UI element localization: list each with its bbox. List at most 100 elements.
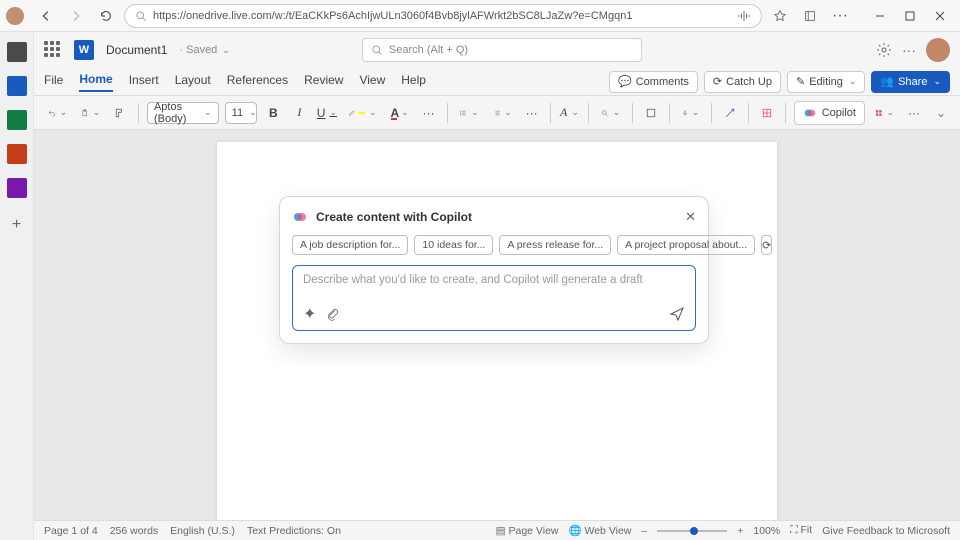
share-button[interactable]: 👥 Share ⌄ — [871, 71, 950, 93]
web-view-button[interactable]: 🌐 Web View — [569, 524, 632, 537]
minimize-button[interactable] — [866, 4, 894, 28]
refresh-suggestions-icon[interactable]: ⟳ — [761, 235, 772, 255]
numbering-button[interactable]: ⌄ — [489, 101, 516, 125]
suggestion-chip[interactable]: A job description for... — [292, 235, 408, 255]
tab-review[interactable]: Review — [304, 73, 343, 91]
word-app-icon: W — [74, 40, 94, 60]
zoom-slider[interactable] — [657, 530, 727, 532]
grid-button[interactable]: ⌄ — [871, 101, 898, 125]
send-icon[interactable] — [669, 306, 685, 322]
close-icon[interactable]: ✕ — [685, 209, 696, 225]
copilot-icon — [803, 106, 817, 120]
browser-toolbar: https://onedrive.live.com/w:/t/EaCKkPs6A… — [0, 0, 960, 32]
editing-mode-button[interactable]: ✎ Editing ⌄ — [787, 71, 865, 93]
menu-tabs: File Home Insert Layout References Revie… — [34, 68, 960, 96]
comments-button[interactable]: 💬 Comments — [609, 71, 698, 93]
font-color-button[interactable]: A⌄ — [387, 101, 413, 125]
app-titlebar: W Document1 · Saved ⌄ Search (Alt + Q) ·… — [34, 32, 960, 68]
styles-button[interactable]: A⌄ — [558, 101, 580, 125]
suggestion-chip[interactable]: 10 ideas for... — [414, 235, 493, 255]
suggestion-chip[interactable]: A press release for... — [499, 235, 611, 255]
copilot-card-title: Create content with Copilot — [316, 210, 472, 224]
sidebar-app-excel[interactable] — [7, 110, 27, 130]
font-family-select[interactable]: Aptos (Body)⌄ — [147, 102, 219, 124]
suggestion-chip[interactable]: A project proposal about... — [617, 235, 755, 255]
app-launcher-icon[interactable] — [44, 41, 62, 59]
zoom-level[interactable]: 100% — [753, 525, 780, 537]
undo-button[interactable]: ⌄ — [44, 101, 71, 125]
sidebar-app-onenote[interactable] — [7, 178, 27, 198]
status-words[interactable]: 256 words — [110, 525, 158, 537]
address-bar[interactable]: https://onedrive.live.com/w:/t/EaCKkPs6A… — [124, 4, 762, 28]
copilot-input-placeholder: Describe what you'd like to create, and … — [303, 274, 685, 286]
forward-button[interactable] — [64, 4, 88, 28]
zoom-in-button[interactable]: + — [737, 525, 743, 537]
browser-menu-icon[interactable]: ··· — [828, 4, 852, 28]
format-painter-button[interactable] — [110, 101, 130, 125]
tab-layout[interactable]: Layout — [175, 73, 211, 91]
zoom-out-button[interactable]: – — [641, 525, 647, 537]
addins-button[interactable] — [757, 101, 777, 125]
tab-home[interactable]: Home — [79, 72, 112, 92]
feedback-link[interactable]: Give Feedback to Microsoft — [822, 525, 950, 537]
editor-button[interactable] — [720, 101, 740, 125]
collapse-ribbon-button[interactable]: ⌄ — [930, 101, 950, 125]
more-paragraph-button[interactable]: ··· — [522, 101, 542, 125]
copilot-ribbon-button[interactable]: Copilot — [794, 101, 865, 125]
browser-profile-avatar[interactable] — [6, 7, 24, 25]
tab-references[interactable]: References — [227, 73, 288, 91]
tab-file[interactable]: File — [44, 73, 63, 91]
close-window-button[interactable] — [926, 4, 954, 28]
refresh-button[interactable] — [94, 4, 118, 28]
page-view-button[interactable]: ▤ Page View — [496, 525, 559, 537]
url-text: https://onedrive.live.com/w:/t/EaCKkPs6A… — [153, 10, 632, 22]
search-icon — [135, 10, 147, 22]
status-page[interactable]: Page 1 of 4 — [44, 525, 98, 537]
document-canvas[interactable]: Create content with Copilot ✕ A job desc… — [34, 130, 960, 520]
font-size-select[interactable]: 11⌄ — [225, 102, 258, 124]
maximize-button[interactable] — [896, 4, 924, 28]
status-predictions[interactable]: Text Predictions: On — [247, 525, 341, 537]
paste-button[interactable]: ⌄ — [77, 101, 104, 125]
collections-icon[interactable] — [798, 4, 822, 28]
find-button[interactable]: ⌄ — [597, 101, 624, 125]
bold-button[interactable]: B — [263, 101, 283, 125]
tab-insert[interactable]: Insert — [129, 73, 159, 91]
copilot-icon — [292, 209, 308, 225]
italic-button[interactable]: I — [289, 101, 309, 125]
edge-sidebar: + — [0, 32, 34, 540]
copilot-input[interactable]: Describe what you'd like to create, and … — [292, 265, 696, 331]
sparkle-icon[interactable]: ✦ — [303, 304, 316, 324]
highlight-button[interactable]: ⌄ — [344, 101, 380, 125]
sidebar-app-word[interactable] — [7, 76, 27, 96]
user-avatar[interactable] — [926, 38, 950, 62]
settings-icon[interactable] — [876, 42, 892, 58]
search-box[interactable]: Search (Alt + Q) — [362, 38, 642, 62]
fit-button[interactable]: ⛶ Fit — [790, 524, 812, 537]
document-name[interactable]: Document1 — [106, 43, 167, 57]
designer-button[interactable] — [641, 101, 661, 125]
underline-button[interactable]: U⌄ — [315, 101, 338, 125]
bullets-button[interactable]: ⌄ — [455, 101, 482, 125]
sidebar-app-hub[interactable] — [7, 42, 27, 62]
read-aloud-icon[interactable] — [737, 9, 751, 23]
dictate-button[interactable]: ⌄ — [678, 101, 704, 125]
more-font-button[interactable]: ··· — [419, 101, 439, 125]
save-status[interactable]: · Saved ⌄ — [179, 44, 230, 56]
more-icon[interactable]: ··· — [902, 42, 916, 58]
back-button[interactable] — [34, 4, 58, 28]
tab-help[interactable]: Help — [401, 73, 426, 91]
favorites-icon[interactable] — [768, 4, 792, 28]
status-bar: Page 1 of 4 256 words English (U.S.) Tex… — [34, 520, 960, 540]
more-ribbon-button[interactable]: ··· — [904, 101, 924, 125]
attach-icon[interactable] — [326, 307, 340, 321]
ribbon-home: ⌄ ⌄ Aptos (Body)⌄ 11⌄ B I U⌄ ⌄ A⌄ ··· ⌄ … — [34, 96, 960, 130]
sidebar-add-button[interactable]: + — [12, 216, 21, 234]
catch-up-button[interactable]: ⟳ Catch Up — [704, 71, 781, 93]
copilot-draft-card: Create content with Copilot ✕ A job desc… — [279, 196, 709, 344]
status-language[interactable]: English (U.S.) — [170, 525, 235, 537]
sidebar-app-powerpoint[interactable] — [7, 144, 27, 164]
page[interactable]: Create content with Copilot ✕ A job desc… — [217, 142, 777, 520]
tab-view[interactable]: View — [359, 73, 385, 91]
search-placeholder: Search (Alt + Q) — [389, 44, 468, 56]
